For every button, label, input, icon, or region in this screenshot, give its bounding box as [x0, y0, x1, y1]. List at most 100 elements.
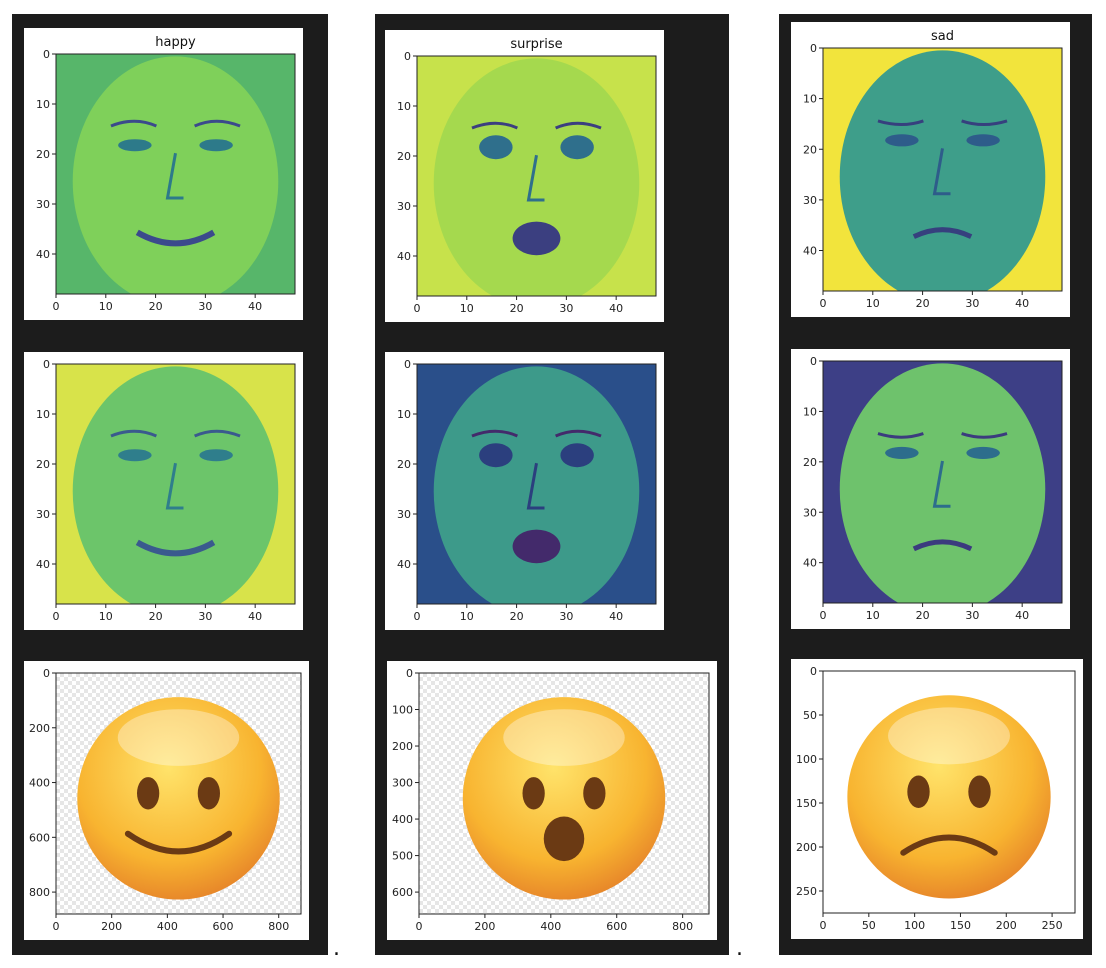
y-tick-label: 0 [404, 50, 411, 63]
emoji-surprise-icon [462, 697, 666, 900]
x-tick-label: 10 [866, 609, 880, 622]
x-tick-label: 30 [965, 297, 979, 310]
plot-title: happy [155, 35, 196, 50]
x-tick-label: 10 [460, 610, 474, 623]
y-tick-label: 30 [397, 200, 411, 213]
x-tick-label: 40 [248, 300, 262, 313]
x-tick-label: 150 [950, 919, 971, 932]
face-image [56, 54, 295, 294]
x-tick-label: 50 [862, 919, 876, 932]
x-tick-label: 200 [474, 920, 495, 933]
x-tick-label: 20 [149, 610, 163, 623]
sad-face-plot-2: 0 10 20 30 40 0 10 20 30 40 [791, 349, 1070, 629]
face-image [823, 48, 1062, 291]
y-tick-label: 40 [36, 248, 50, 261]
surprise-face-plot-1: surprise 0 10 20 30 40 0 10 20 30 40 [385, 30, 664, 322]
y-tick-label: 10 [397, 408, 411, 421]
y-tick-label: 500 [392, 850, 413, 863]
plot-svg: 0 200 400 600 800 0 100 200 300 400 500 600 [392, 667, 710, 933]
x-tick-label: 30 [198, 300, 212, 313]
x-tick-label: 0 [53, 300, 60, 313]
y-tick-label: 150 [796, 797, 817, 810]
y-tick-label: 20 [803, 456, 817, 469]
y-tick-label: 0 [406, 667, 413, 680]
x-tick-label: 200 [101, 920, 122, 933]
y-tick-label: 0 [43, 667, 50, 680]
y-tick-label: 600 [29, 831, 50, 844]
x-tick-label: 600 [213, 920, 234, 933]
x-tick-label: 10 [866, 297, 880, 310]
x-tick-label: 0 [416, 920, 423, 933]
x-tick-label: 400 [540, 920, 561, 933]
plot-title: surprise [510, 37, 562, 52]
y-tick-label: 100 [796, 753, 817, 766]
separator-dot: . [736, 936, 743, 961]
y-tick-label: 200 [392, 740, 413, 753]
x-tick-label: 0 [820, 609, 827, 622]
y-tick-label: 250 [796, 885, 817, 898]
x-tick-label: 20 [149, 300, 163, 313]
plot-title: sad [931, 29, 954, 44]
x-tick-label: 250 [1042, 919, 1063, 932]
face-image [823, 361, 1062, 603]
x-tick-label: 40 [248, 610, 262, 623]
plot-svg: happy 0 10 20 30 40 0 10 20 30 40 [36, 35, 296, 313]
y-tick-label: 200 [796, 841, 817, 854]
x-tick-label: 0 [820, 297, 827, 310]
emoji-smile-icon [77, 697, 280, 900]
y-tick-label: 10 [803, 405, 817, 418]
y-tick-label: 40 [397, 250, 411, 263]
emoji-sad-icon [847, 695, 1051, 899]
plot-svg: 0 200 400 600 800 0 200 400 600 800 [29, 667, 302, 933]
x-tick-label: 0 [820, 919, 827, 932]
y-tick-label: 40 [803, 557, 817, 570]
y-tick-label: 0 [810, 665, 817, 678]
x-tick-label: 0 [53, 920, 60, 933]
x-tick-label: 30 [559, 610, 573, 623]
happy-face-plot-2: 0 10 20 30 40 0 10 20 30 40 [24, 352, 303, 630]
y-tick-label: 600 [392, 886, 413, 899]
x-tick-label: 200 [996, 919, 1017, 932]
x-tick-label: 100 [904, 919, 925, 932]
y-tick-label: 20 [397, 458, 411, 471]
y-tick-label: 400 [392, 813, 413, 826]
separator-dot: . [333, 936, 340, 961]
y-tick-label: 10 [36, 408, 50, 421]
x-tick-label: 0 [53, 610, 60, 623]
happy-emoji-plot: 0 200 400 600 800 0 200 400 600 800 [24, 661, 309, 940]
x-tick-label: 20 [916, 609, 930, 622]
y-tick-label: 0 [404, 358, 411, 371]
y-tick-label: 0 [43, 358, 50, 371]
x-tick-label: 400 [157, 920, 178, 933]
face-image [417, 56, 656, 296]
y-tick-label: 40 [397, 558, 411, 571]
x-tick-label: 600 [606, 920, 627, 933]
x-tick-label: 20 [510, 610, 524, 623]
happy-face-plot-1: happy 0 10 20 30 40 0 10 20 30 40 [24, 28, 303, 320]
surprise-face-plot-2: 0 10 20 30 40 0 10 20 30 40 [385, 352, 664, 630]
plot-svg: sad 0 10 20 30 40 0 10 20 30 40 [803, 29, 1063, 310]
y-tick-label: 400 [29, 777, 50, 790]
x-tick-label: 10 [99, 610, 113, 623]
plot-svg: 0 50 100 150 200 250 0 50 100 150 200 250 [796, 665, 1076, 932]
y-tick-label: 20 [36, 148, 50, 161]
x-tick-label: 30 [559, 302, 573, 315]
y-tick-label: 50 [803, 709, 817, 722]
face-image [417, 364, 656, 604]
x-tick-label: 40 [609, 610, 623, 623]
surprise-emoji-plot: 0 200 400 600 800 0 100 200 300 400 500 600 [387, 661, 717, 940]
x-tick-label: 20 [916, 297, 930, 310]
y-tick-label: 30 [36, 198, 50, 211]
y-tick-label: 30 [803, 194, 817, 207]
y-tick-label: 10 [36, 98, 50, 111]
x-tick-label: 20 [510, 302, 524, 315]
x-tick-label: 0 [414, 302, 421, 315]
y-tick-label: 20 [397, 150, 411, 163]
y-tick-label: 10 [803, 93, 817, 106]
x-tick-label: 800 [672, 920, 693, 933]
y-tick-label: 300 [392, 777, 413, 790]
y-tick-label: 0 [810, 42, 817, 55]
x-tick-label: 800 [268, 920, 289, 933]
y-tick-label: 0 [43, 48, 50, 61]
y-tick-label: 800 [29, 886, 50, 899]
